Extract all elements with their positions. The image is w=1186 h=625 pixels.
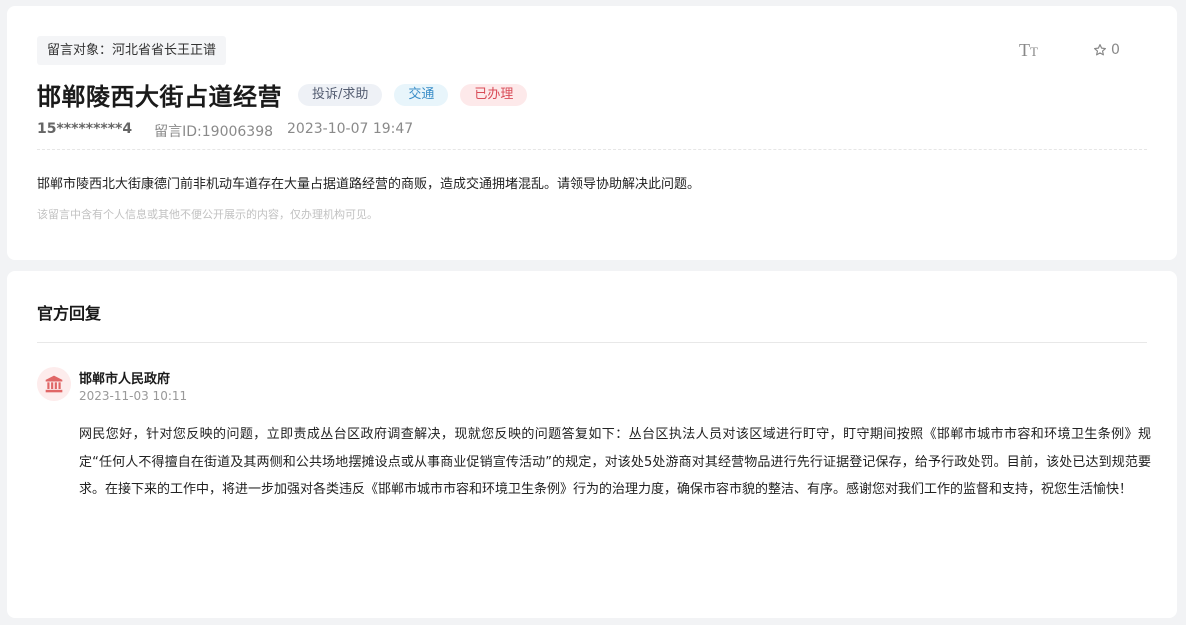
avatar <box>37 367 71 401</box>
star-outline-icon <box>1093 44 1107 56</box>
title-row: 邯郸陵西大街占道经营 投诉/求助 交通 已办理 <box>37 77 528 112</box>
message-content: 邯郸市陵西北大街康德门前非机动车道存在大量占据道路经营的商贩，造成交通拥堵混乱。… <box>37 177 701 192</box>
favorite-button[interactable]: 0 <box>1093 42 1120 58</box>
privacy-note: 该留言中含有个人信息或其他不便公开展示的内容，仅办理机构可见。 <box>37 208 378 221</box>
favorite-count: 0 <box>1111 42 1120 58</box>
page-title: 邯郸陵西大街占道经营 <box>37 83 282 111</box>
status-badge: 已办理 <box>460 83 528 106</box>
message-card: 留言对象：河北省省长王正谱 TT 0 邯郸陵西大街占道经营 投诉/求助 交通 已… <box>7 6 1177 260</box>
font-size-icon: TT <box>1019 40 1038 60</box>
reply-datetime: 2023-11-03 10:11 <box>79 389 188 403</box>
official-reply-card: 官方回复 邯郸市人民政府 2023-11-03 10:11 网民您好，针对您反映… <box>7 271 1177 618</box>
font-size-button[interactable]: TT <box>1019 40 1038 61</box>
divider <box>37 342 1147 343</box>
type-tag: 投诉/求助 <box>298 83 383 106</box>
message-meta: 15*********4 留言ID:19006398 2023-10-07 19… <box>37 121 413 141</box>
message-datetime: 2023-10-07 19:47 <box>287 121 414 137</box>
author-id: 15*********4 <box>37 121 133 137</box>
message-target: 留言对象：河北省省长王正谱 <box>37 36 227 65</box>
category-tag: 交通 <box>394 83 449 106</box>
government-building-icon <box>45 375 63 393</box>
reply-org-name: 邯郸市人民政府 <box>79 372 171 387</box>
message-id: 留言ID:19006398 <box>154 124 274 140</box>
reply-heading: 官方回复 <box>37 304 102 323</box>
reply-content: 网民您好，针对您反映的问题，立即责成丛台区政府调查解决，现就您反映的问题答复如下… <box>79 427 1151 497</box>
divider <box>37 149 1147 150</box>
